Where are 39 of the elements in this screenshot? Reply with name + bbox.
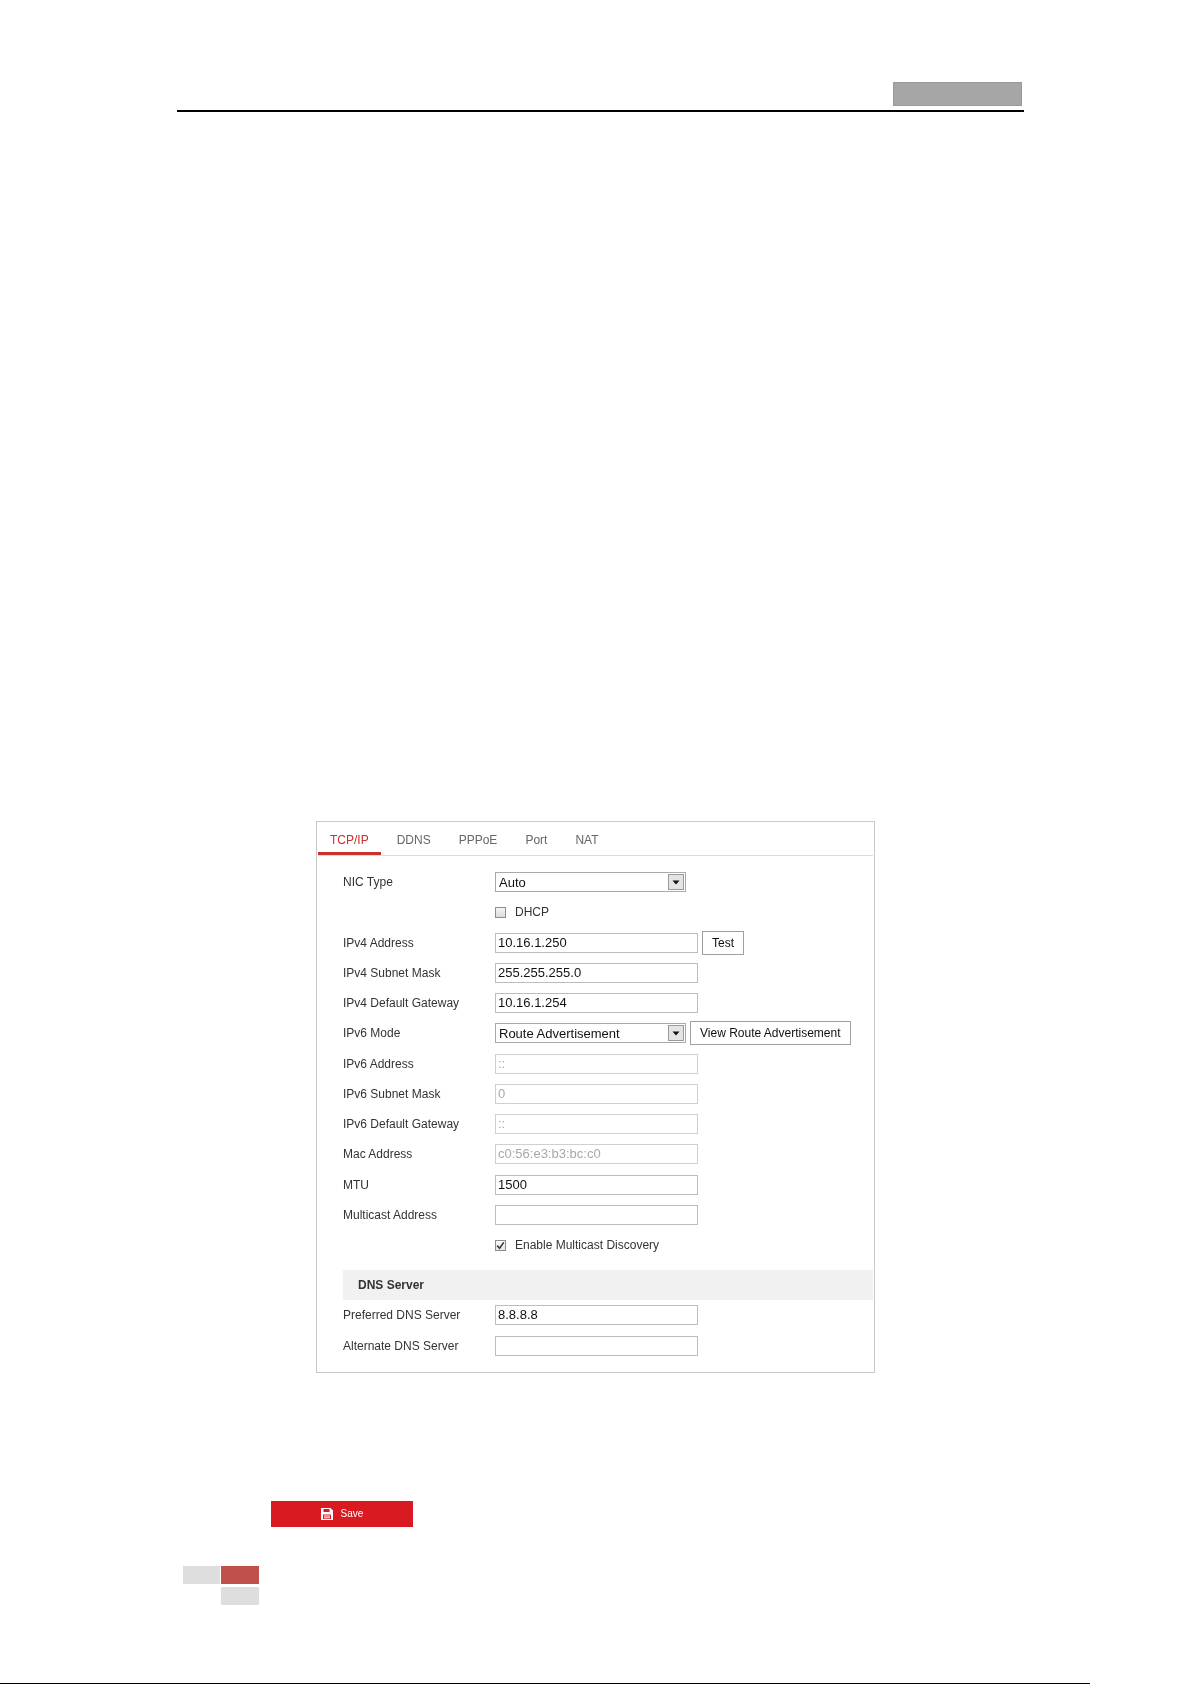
field-label: IPv6 Address — [343, 1056, 415, 1071]
save-button[interactable]: Save — [271, 1500, 413, 1527]
field-label: IPv4 Address — [343, 935, 415, 950]
action-button[interactable]: Test — [702, 930, 744, 955]
corner-tile — [183, 1565, 220, 1584]
tab[interactable]: Port — [513, 823, 560, 855]
checkbox[interactable] — [495, 906, 506, 918]
field-label: NIC Type — [343, 875, 394, 890]
tab[interactable]: DDNS — [384, 823, 443, 855]
checkbox-label: DHCP — [515, 905, 549, 920]
checkbox-label: Enable Multicast Discovery — [515, 1238, 660, 1253]
checkbox[interactable] — [495, 1239, 506, 1251]
field-label: IPv6 Mode — [343, 1026, 402, 1041]
field-label: Preferred DNS Server — [343, 1308, 462, 1323]
tab[interactable]: PPPoE — [446, 823, 510, 855]
dropdown-field[interactable]: Route Advertisement — [495, 1023, 686, 1044]
checkmark-icon — [496, 1240, 505, 1250]
text-field[interactable]: 1500 — [495, 1174, 698, 1195]
text-field[interactable]: 10.16.1.254 — [495, 993, 698, 1014]
text-field[interactable] — [495, 1335, 698, 1356]
field-label: Alternate DNS Server — [343, 1338, 460, 1353]
field-label: Multicast Address — [343, 1207, 439, 1222]
text-field[interactable] — [495, 1204, 698, 1225]
text-field[interactable]: 255.255.255.0 — [495, 962, 698, 983]
field-label: IPv6 Subnet Mask — [343, 1086, 442, 1101]
action-button[interactable]: View Route Advertisement — [690, 1021, 851, 1046]
field-label: Mac Address — [343, 1147, 414, 1162]
field-label: IPv6 Default Gateway — [343, 1117, 461, 1132]
field-label: IPv4 Default Gateway — [343, 996, 461, 1011]
corner-tile — [221, 1586, 259, 1605]
tab[interactable]: NAT — [563, 823, 611, 855]
field-label: IPv4 Subnet Mask — [343, 965, 442, 980]
tab[interactable]: TCP/IP — [318, 823, 381, 855]
corner-tile — [221, 1565, 259, 1584]
text-field[interactable]: 10.16.1.250 — [495, 932, 698, 953]
section-header: DNS Server — [343, 1270, 873, 1301]
dropdown-field[interactable]: Auto — [495, 872, 686, 893]
field-label: MTU — [343, 1177, 370, 1192]
text-field[interactable]: 8.8.8.8 — [495, 1305, 698, 1326]
